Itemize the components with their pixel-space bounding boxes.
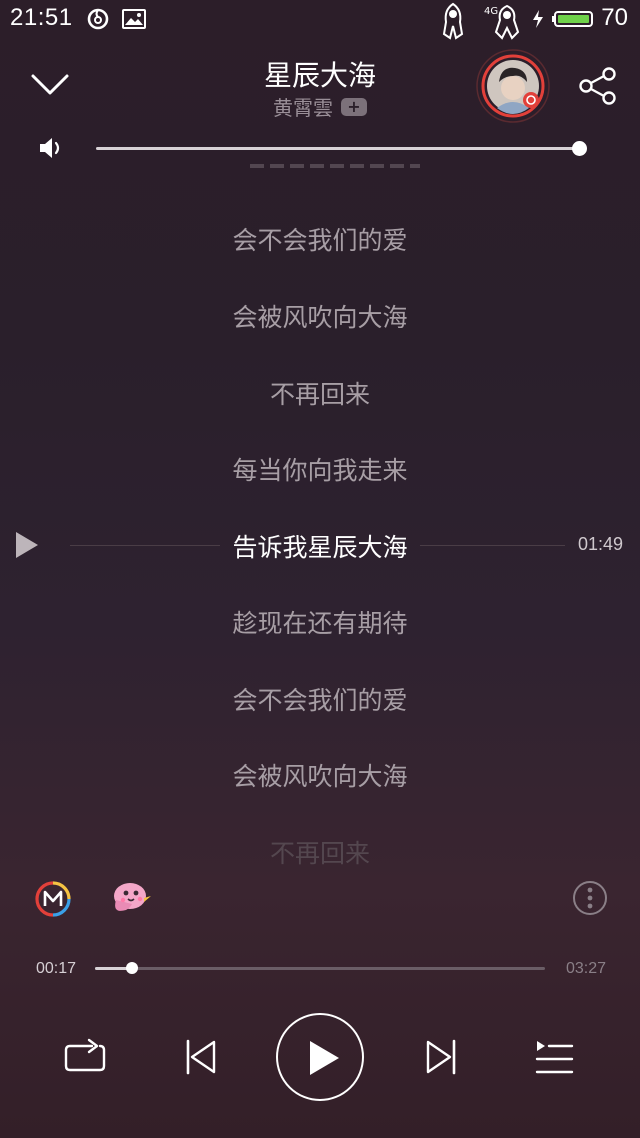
netease-logo-icon <box>87 8 109 30</box>
avatar[interactable] <box>475 48 551 124</box>
progress-track[interactable] <box>95 967 545 970</box>
play-button[interactable] <box>276 1013 364 1101</box>
next-icon[interactable] <box>424 1038 458 1076</box>
lyric-clipped-top <box>250 164 420 174</box>
more-dots-icon[interactable] <box>571 879 609 917</box>
pink-bird-icon[interactable] <box>108 878 152 918</box>
scrub-guide-line <box>420 545 565 546</box>
gallery-icon <box>122 9 146 29</box>
lyric-line: 会不会我们的爱 <box>232 226 408 255</box>
lyric-line: 不再回来 <box>269 839 370 868</box>
scrub-time: 01:49 <box>578 534 624 554</box>
anime-figure-icon <box>494 4 520 40</box>
volume-slider-track[interactable] <box>96 147 580 150</box>
repeat-icon[interactable] <box>62 1038 108 1078</box>
progress-knob[interactable] <box>126 962 138 974</box>
play-from-line-icon[interactable] <box>14 530 40 560</box>
anime-figure-icon <box>442 2 464 40</box>
follow-artist-button[interactable]: + <box>341 97 367 116</box>
lyric-line: 每当你向我走来 <box>232 456 408 485</box>
total-time: 03:27 <box>566 960 607 977</box>
m-logo-icon[interactable] <box>34 880 72 918</box>
scrub-guide-line <box>70 545 220 546</box>
lyric-line: 会被风吹向大海 <box>232 762 408 791</box>
elapsed-time: 00:17 <box>36 960 77 977</box>
battery-percent: 70 <box>601 4 628 31</box>
status-time: 21:51 <box>10 4 73 31</box>
play-icon <box>310 1041 339 1075</box>
lyric-line: 趁现在还有期待 <box>232 609 408 638</box>
volume-slider-knob[interactable] <box>572 141 587 156</box>
lyric-line-current: 告诉我星辰大海 <box>232 533 408 562</box>
lyric-line: 不再回来 <box>269 380 370 409</box>
lyric-line: 会不会我们的爱 <box>232 686 408 715</box>
share-icon[interactable] <box>578 66 618 106</box>
charging-bolt-icon <box>533 10 543 28</box>
battery-icon <box>552 11 593 27</box>
playlist-icon[interactable] <box>534 1038 574 1076</box>
previous-icon[interactable] <box>184 1038 218 1076</box>
speaker-icon[interactable] <box>38 136 66 160</box>
lyric-line: 会被风吹向大海 <box>232 303 408 332</box>
artist-name[interactable]: 黄霄雲 <box>273 92 333 121</box>
